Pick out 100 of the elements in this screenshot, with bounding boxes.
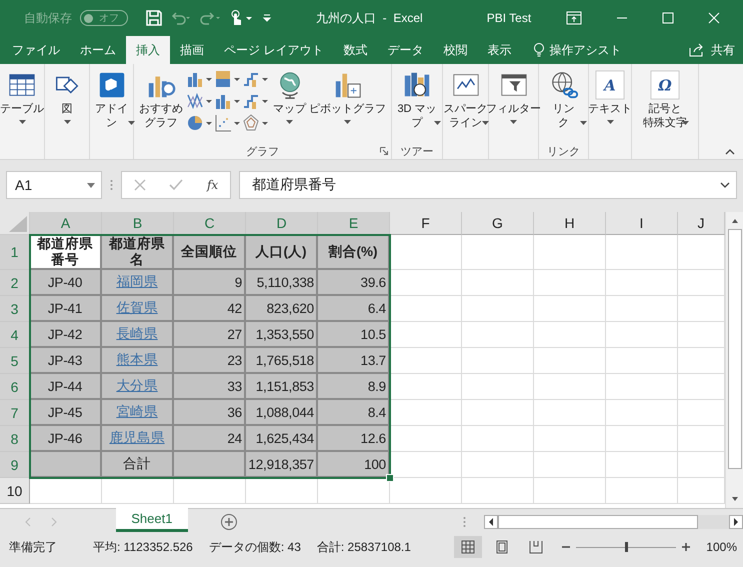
check-icon[interactable] xyxy=(169,179,184,191)
empty-cell[interactable] xyxy=(606,348,678,374)
tell-me-search[interactable]: 操作アシスト xyxy=(521,36,622,64)
link-cell[interactable]: 長崎県 xyxy=(102,322,174,348)
row-header[interactable]: 10 xyxy=(0,478,30,504)
empty-cell[interactable] xyxy=(102,478,174,504)
ribbon-tab[interactable]: データ xyxy=(377,36,434,64)
column-header[interactable]: E xyxy=(318,212,390,235)
empty-cell[interactable] xyxy=(246,478,318,504)
close-icon[interactable] xyxy=(708,12,720,24)
link-cell[interactable]: 佐賀県 xyxy=(102,296,174,322)
ribbon-button[interactable]: テーブル xyxy=(0,68,45,143)
undo-icon[interactable] xyxy=(170,11,192,25)
split-handle-icon[interactable] xyxy=(462,516,466,528)
scroll-right-icon[interactable] xyxy=(729,515,743,529)
formula-field[interactable]: 都道府県番号 xyxy=(239,171,737,199)
step-chart-icon[interactable] xyxy=(243,70,269,88)
empty-cell[interactable] xyxy=(606,270,678,296)
horizontal-scrollbar[interactable] xyxy=(484,515,743,529)
empty-cell[interactable] xyxy=(462,235,534,270)
empty-cell[interactable] xyxy=(462,322,534,348)
ribbon-button[interactable]: マップ xyxy=(272,68,307,143)
column-header[interactable]: J xyxy=(678,212,725,235)
stacked-chart-icon[interactable] xyxy=(215,70,241,88)
zoom-level[interactable]: 100% xyxy=(706,540,737,554)
scatter-chart-icon[interactable] xyxy=(215,114,241,132)
ribbon-button[interactable]: フィルター xyxy=(485,68,542,143)
empty-cell[interactable] xyxy=(534,452,606,478)
empty-cell[interactable] xyxy=(534,348,606,374)
drag-handle-icon[interactable] xyxy=(110,179,113,191)
link-cell[interactable]: 宮崎県 xyxy=(102,400,174,426)
cancel-icon[interactable] xyxy=(134,179,146,191)
empty-cell[interactable] xyxy=(606,296,678,322)
next-sheet-icon[interactable] xyxy=(50,517,58,527)
ribbon-tab[interactable]: 校閲 xyxy=(433,36,478,64)
scroll-thumb[interactable] xyxy=(498,515,698,529)
ribbon-display-icon[interactable] xyxy=(566,11,582,25)
empty-cell[interactable] xyxy=(606,235,678,270)
name-box[interactable]: A1 xyxy=(6,171,102,199)
column-header[interactable]: A xyxy=(30,212,102,235)
maximize-icon[interactable] xyxy=(662,12,674,24)
customize-caret-icon[interactable] xyxy=(262,13,272,23)
row-header[interactable]: 1 xyxy=(0,235,30,270)
row-header[interactable]: 8 xyxy=(0,426,30,452)
ribbon-button[interactable]: A テキスト xyxy=(587,68,633,143)
previous-sheet-icon[interactable] xyxy=(24,517,32,527)
empty-cell[interactable] xyxy=(606,426,678,452)
ribbon-tab[interactable]: 描画 xyxy=(170,36,214,64)
column-header[interactable]: C xyxy=(174,212,246,235)
view-button[interactable] xyxy=(454,536,482,558)
link-cell[interactable]: 熊本県 xyxy=(102,348,174,374)
ribbon-button[interactable]: 3D マップ xyxy=(392,68,442,143)
zoom-in-icon[interactable] xyxy=(682,543,690,551)
row-header[interactable]: 4 xyxy=(0,322,30,348)
vertical-scrollbar[interactable] xyxy=(725,212,743,508)
ribbon-tab[interactable]: 挿入 xyxy=(126,36,170,64)
empty-cell[interactable] xyxy=(462,452,534,478)
row-header[interactable]: 2 xyxy=(0,270,30,296)
insert-function-button[interactable]: fx xyxy=(206,178,218,192)
empty-cell[interactable] xyxy=(534,322,606,348)
empty-cell[interactable] xyxy=(606,478,678,504)
link-cell[interactable]: 福岡県 xyxy=(102,270,174,296)
select-all-icon[interactable] xyxy=(7,216,27,232)
empty-cell[interactable] xyxy=(534,296,606,322)
scroll-thumb[interactable] xyxy=(728,229,742,469)
save-icon[interactable] xyxy=(146,10,162,26)
empty-cell[interactable] xyxy=(534,235,606,270)
ribbon-button[interactable]: 図 xyxy=(51,68,83,143)
empty-cell[interactable] xyxy=(606,400,678,426)
column-header[interactable]: F xyxy=(390,212,462,235)
column-header[interactable]: G xyxy=(462,212,534,235)
column-chart-icon[interactable] xyxy=(215,92,241,110)
column-header[interactable]: H xyxy=(534,212,606,235)
row-header[interactable]: 5 xyxy=(0,348,30,374)
sheet-tab[interactable]: Sheet1 xyxy=(116,508,188,532)
column-header[interactable]: B xyxy=(102,212,174,235)
empty-cell[interactable] xyxy=(606,452,678,478)
column-header[interactable]: I xyxy=(606,212,678,235)
ribbon-button[interactable]: リンク xyxy=(539,68,588,143)
column-chart-icon[interactable] xyxy=(187,70,213,88)
empty-cell[interactable] xyxy=(462,296,534,322)
ribbon-tab[interactable]: 表示 xyxy=(477,36,522,64)
empty-cell[interactable] xyxy=(462,478,534,504)
radar-chart-icon[interactable] xyxy=(243,114,269,132)
empty-cell[interactable] xyxy=(534,426,606,452)
touch-icon[interactable] xyxy=(230,10,254,26)
ribbon-tab[interactable]: ファイル xyxy=(2,36,70,64)
ribbon-button[interactable]: ピボットグラフ xyxy=(308,68,387,143)
empty-cell[interactable] xyxy=(534,478,606,504)
empty-cell[interactable] xyxy=(534,400,606,426)
empty-cell[interactable] xyxy=(462,348,534,374)
row-header[interactable]: 7 xyxy=(0,400,30,426)
ribbon-tab[interactable]: 数式 xyxy=(333,36,378,64)
expand-icon[interactable] xyxy=(720,182,730,188)
ribbon-button[interactable]: おすすめグラフ xyxy=(138,68,184,143)
empty-cell[interactable] xyxy=(606,374,678,400)
line-chart-icon[interactable] xyxy=(187,92,213,110)
scroll-left-icon[interactable] xyxy=(484,515,498,529)
empty-cell[interactable] xyxy=(462,270,534,296)
collapse-ribbon-icon[interactable] xyxy=(725,149,735,155)
